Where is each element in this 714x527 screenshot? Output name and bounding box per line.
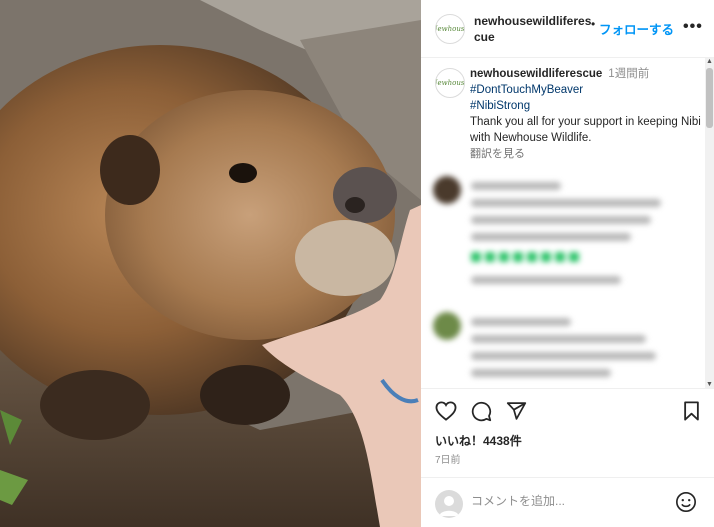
comment-icon[interactable] xyxy=(471,401,492,427)
caption-avatar[interactable]: Newhouse xyxy=(435,68,465,98)
caption-avatar-logo-text: Newhouse xyxy=(436,79,465,87)
more-options-ellipsis-icon[interactable]: ••• xyxy=(683,18,703,36)
caption: newhousewildliferescue 1週間前 #DontTouchMyB… xyxy=(470,66,702,162)
caption-username[interactable]: newhousewildliferescue xyxy=(470,68,602,80)
scroll-down-icon[interactable]: ▼ xyxy=(706,381,713,388)
scrollbar-thumb[interactable] xyxy=(706,68,713,128)
user-avatar xyxy=(435,490,463,518)
caption-text: Thank you all for your support in keepin… xyxy=(470,116,701,144)
account-avatar[interactable]: Newhouse xyxy=(435,14,465,44)
post-side-panel: Newhouse newhousewildliferescue • フォローする… xyxy=(421,0,714,527)
paper-plane-icon[interactable] xyxy=(506,401,527,426)
hashtag-link[interactable]: #DontTouchMyBeaver xyxy=(470,82,702,98)
scroll-up-icon[interactable]: ▲ xyxy=(706,58,713,65)
header-username[interactable]: newhousewildliferescue xyxy=(474,13,596,45)
comments-area[interactable]: Newhouse newhousewildliferescue 1週間前 #Don… xyxy=(421,58,714,388)
comment-bar xyxy=(421,477,714,527)
heart-icon[interactable] xyxy=(435,401,457,426)
caption-time: 1週間前 xyxy=(608,68,650,80)
post-photo[interactable] xyxy=(0,0,421,527)
post-actions: いいね！4438件 7日前 xyxy=(421,388,714,527)
post-date: 7日前 xyxy=(435,455,461,466)
comment-input[interactable] xyxy=(471,494,661,508)
translate-link[interactable]: 翻訳を見る xyxy=(470,146,702,162)
post-header: Newhouse newhousewildliferescue • フォローする… xyxy=(421,0,714,58)
hashtag-link[interactable]: #NibiStrong xyxy=(470,98,702,114)
header-separator: • xyxy=(591,17,596,31)
beaver-photo xyxy=(0,0,421,527)
avatar-logo-text: Newhouse xyxy=(436,25,465,33)
follow-button[interactable]: フォローする xyxy=(599,19,674,38)
bookmark-icon[interactable] xyxy=(683,401,700,426)
like-count[interactable]: いいね！4438件 xyxy=(435,432,522,449)
smiley-icon[interactable] xyxy=(675,491,697,518)
comments-scrollbar[interactable]: ▲ ▼ xyxy=(705,58,714,388)
